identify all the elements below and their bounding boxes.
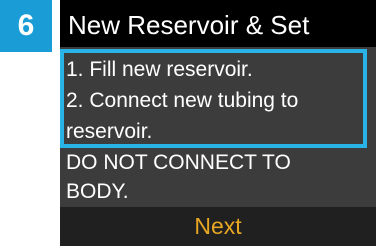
warning-line: DO NOT CONNECT TO <box>66 151 291 174</box>
instructions-panel: 1. Fill new reservoir. 2. Connect new tu… <box>60 47 376 207</box>
softkey-bar: Next <box>60 207 376 246</box>
step-number-badge: 6 <box>0 0 52 52</box>
pump-screen: New Reservoir & Set 1. Fill new reservoi… <box>60 0 376 246</box>
instruction-highlight <box>60 49 367 148</box>
screen-title: New Reservoir & Set <box>68 10 310 40</box>
warning-line: BODY. <box>66 180 129 203</box>
next-button[interactable]: Next <box>60 207 376 246</box>
